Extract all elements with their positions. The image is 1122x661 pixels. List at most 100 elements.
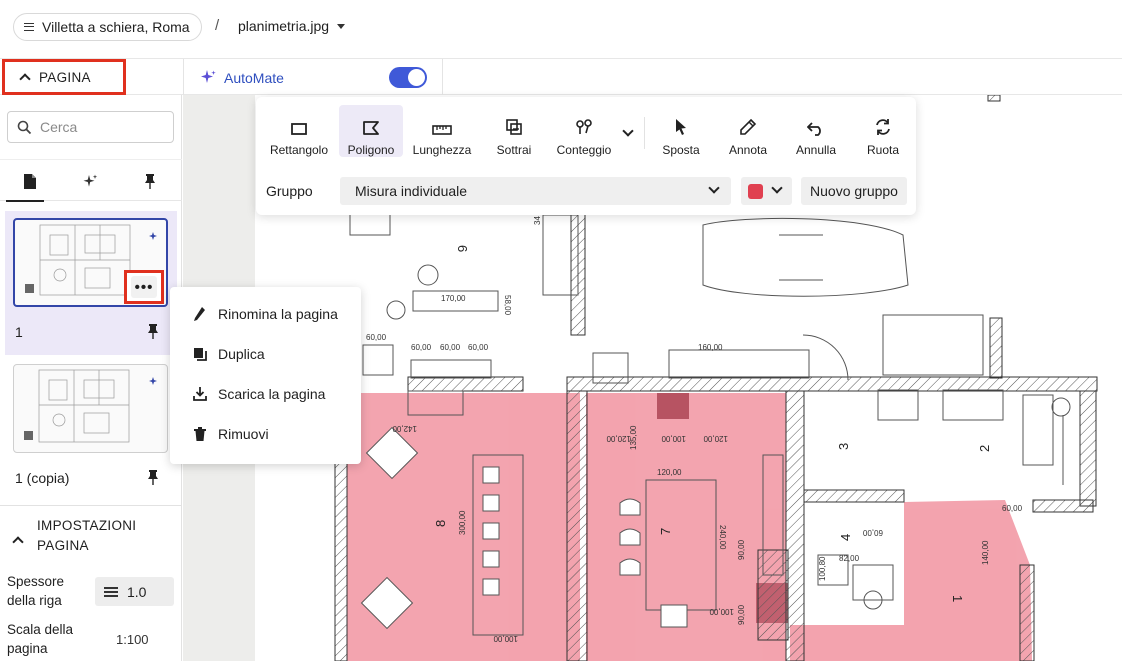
top-bar: Villetta a schiera, Roma / planimetria.j… (0, 0, 1122, 58)
project-name: Villetta a schiera, Roma (42, 19, 190, 35)
chevron-up-icon (19, 73, 31, 85)
automate-toggle[interactable] (389, 67, 427, 88)
pages-sidebar: Cerca 1 ••• 1 (copia) IMPOSTAZIONI PAGIN… (0, 95, 182, 661)
copy-icon (194, 348, 207, 361)
tool-annotate[interactable]: Annota (718, 105, 778, 157)
menu-item-rename[interactable]: Rinomina la pagina (170, 294, 361, 334)
svg-text:3: 3 (836, 443, 851, 450)
svg-text:240,00: 240,00 (718, 525, 727, 550)
svg-text:135,00: 135,00 (629, 425, 638, 450)
highlight-areas (347, 393, 1032, 661)
svg-text:58,00: 58,00 (503, 295, 512, 316)
svg-text:60,00: 60,00 (468, 343, 489, 352)
group-color-select[interactable] (741, 177, 792, 205)
group-select[interactable]: Misura individuale (340, 177, 731, 205)
measure-toolbar: Rettangolo Poligono Lunghezza Sottrai Co… (256, 97, 916, 215)
breadcrumb-separator: / (215, 17, 220, 34)
svg-text:8: 8 (433, 520, 448, 527)
secondary-bar: PAGINA AutoMate (0, 58, 1122, 95)
rotate-icon (876, 119, 890, 135)
page-label: 1 (copia) (15, 470, 70, 486)
svg-text:140,00: 140,00 (981, 540, 990, 565)
pagina-collapse-button[interactable]: PAGINA (2, 59, 126, 95)
new-group-button[interactable]: Nuovo gruppo (801, 177, 907, 205)
tool-count[interactable]: Conteggio (552, 105, 616, 157)
subtract-icon (506, 119, 522, 135)
thickness-label: Spessore della riga (7, 574, 65, 608)
svg-text:90,00: 90,00 (737, 539, 746, 560)
project-breadcrumb-button[interactable]: Villetta a schiera, Roma (13, 13, 202, 41)
pin-icon[interactable] (146, 323, 160, 340)
search-input[interactable]: Cerca (7, 111, 174, 143)
polygon-icon (363, 121, 379, 135)
tool-polygon[interactable]: Poligono (339, 105, 403, 157)
svg-text:7: 7 (658, 528, 673, 535)
group-label: Gruppo (266, 183, 313, 199)
settings-title: IMPOSTAZIONI PAGINA (37, 518, 137, 553)
menu-item-duplicate[interactable]: Duplica (170, 334, 361, 374)
svg-text:300,00: 300,00 (458, 510, 467, 535)
file-name: planimetria.jpg (238, 18, 330, 34)
toolbar-divider (644, 117, 645, 149)
scale-value[interactable]: 1:100 (116, 632, 149, 647)
pin-icon[interactable] (146, 469, 160, 486)
svg-text:2: 2 (977, 445, 992, 452)
page-thumbnail[interactable] (13, 364, 168, 453)
svg-text:100,00: 100,00 (661, 434, 686, 443)
sparkle-icon (201, 70, 216, 83)
svg-text:6: 6 (455, 245, 470, 252)
pagina-label: PAGINA (39, 69, 91, 85)
divider (442, 59, 443, 95)
page-label: 1 (15, 324, 23, 340)
pin-icon (145, 173, 155, 189)
rectangle-icon (291, 123, 307, 135)
tool-length[interactable]: Lunghezza (408, 105, 476, 157)
tool-rectangle[interactable]: Rettangolo (264, 105, 334, 157)
automate-label: AutoMate (200, 69, 284, 86)
sparkle-icon (83, 174, 97, 187)
svg-text:34: 34 (533, 216, 542, 225)
menu-item-download[interactable]: Scarica la pagina (170, 374, 361, 414)
svg-text:60,00: 60,00 (366, 333, 387, 342)
chevron-up-icon[interactable] (12, 536, 24, 548)
menu-item-remove[interactable]: Rimuovi (170, 414, 361, 454)
pages-icon (24, 173, 36, 189)
page-context-menu: Rinomina la pagina Duplica Scarica la pa… (170, 287, 361, 464)
tool-undo[interactable]: Annulla (786, 105, 846, 157)
page-card[interactable]: 1 (copia) (5, 355, 177, 495)
line-thickness-icon (104, 586, 118, 597)
svg-text:160,00: 160,00 (698, 343, 723, 352)
tab-pinned[interactable] (120, 160, 180, 202)
annotate-icon (740, 118, 757, 135)
sidebar-tabs (0, 159, 182, 202)
svg-text:82,00: 82,00 (839, 554, 860, 563)
thickness-select[interactable]: 1.0 (95, 577, 174, 606)
tab-automate[interactable] (60, 160, 120, 202)
svg-text:120,00: 120,00 (606, 434, 631, 443)
page-more-button[interactable]: ••• (124, 270, 164, 304)
svg-text:100,00: 100,00 (493, 634, 518, 643)
pencil-icon (194, 307, 205, 321)
tool-subtract[interactable]: Sottrai (482, 105, 546, 157)
color-swatch (748, 184, 763, 199)
more-icon: ••• (131, 276, 157, 298)
search-icon (17, 120, 32, 134)
file-selector[interactable]: planimetria.jpg (238, 18, 346, 34)
tool-rotate[interactable]: Ruota (854, 105, 912, 157)
count-icon (576, 119, 592, 134)
cursor-icon (676, 119, 686, 135)
caret-down-icon (337, 23, 346, 29)
tab-pages[interactable] (0, 160, 60, 202)
divider (183, 59, 184, 95)
svg-text:90,00: 90,00 (737, 604, 746, 625)
svg-text:120,00: 120,00 (703, 434, 728, 443)
chevron-down-icon[interactable] (622, 125, 634, 137)
tool-move[interactable]: Sposta (651, 105, 711, 157)
svg-text:142,00: 142,00 (392, 424, 417, 433)
scale-label: Scala della pagina (7, 622, 74, 656)
svg-text:60,00: 60,00 (440, 343, 461, 352)
svg-text:100,80: 100,80 (818, 556, 827, 581)
svg-text:170,00: 170,00 (441, 294, 466, 303)
menu-icon (24, 23, 34, 31)
svg-text:120,00: 120,00 (657, 468, 682, 477)
